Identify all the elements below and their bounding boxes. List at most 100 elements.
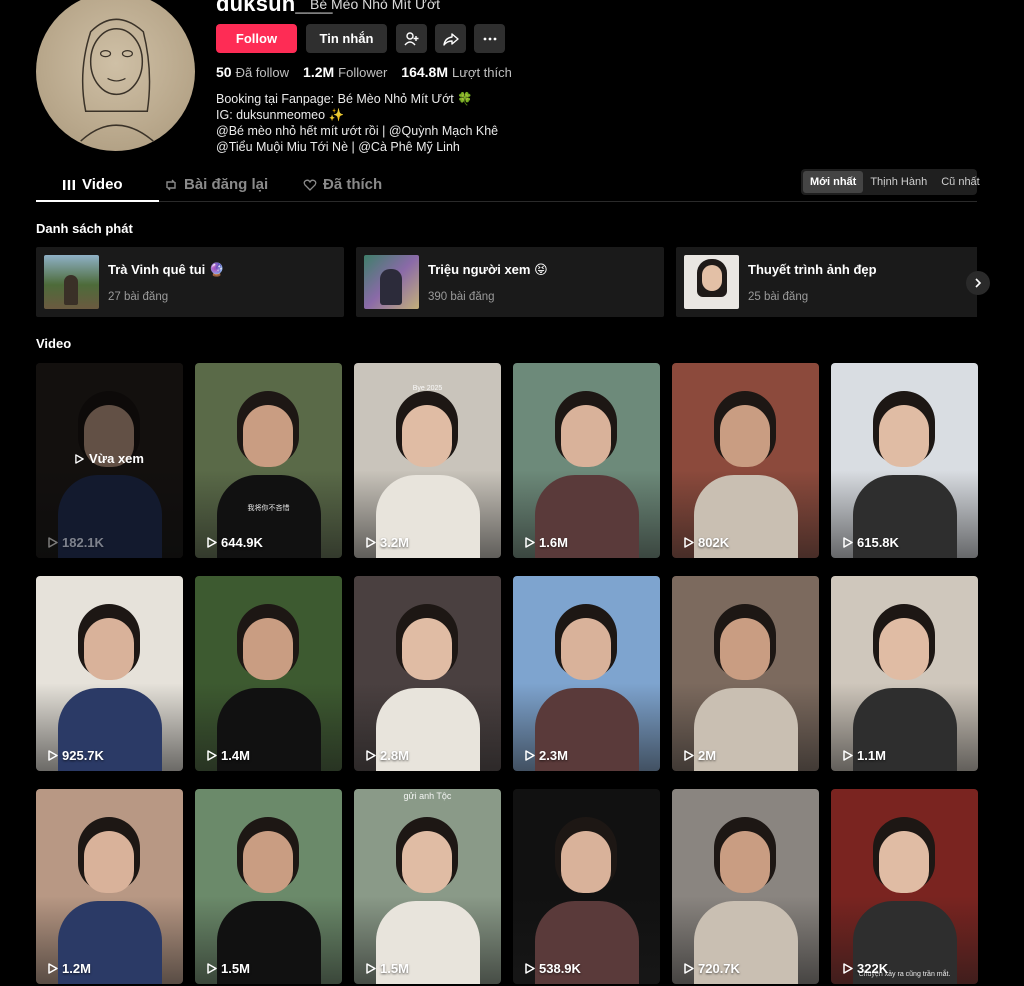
- video-card[interactable]: 615.8K: [831, 363, 978, 558]
- message-button[interactable]: Tin nhắn: [306, 24, 387, 53]
- sort-newest[interactable]: Mới nhất: [803, 171, 864, 193]
- video-card[interactable]: 1.4M: [195, 576, 342, 771]
- stat-label: Lượt thích: [452, 65, 512, 80]
- playlist-title: Trà Vinh quê tui 🔮: [108, 262, 226, 277]
- sort-toggle: Mới nhất Thịnh Hành Cũ nhất: [801, 169, 980, 195]
- video-caption: Bye 2025: [412, 385, 443, 392]
- stat-value: 50: [216, 64, 232, 80]
- video-thumbnail-figure: [402, 618, 452, 680]
- video-card[interactable]: 我将你不吝惜 644.9K: [195, 363, 342, 558]
- play-icon: [525, 537, 535, 548]
- view-count: 615.8K: [843, 535, 899, 550]
- video-thumbnail-figure: [879, 618, 929, 680]
- play-icon: [48, 963, 58, 974]
- bio-line[interactable]: @Tiểu Muội Miu Tới Nè | @Cà Phê Mỹ Linh: [216, 139, 498, 155]
- video-thumbnail-figure: [720, 618, 770, 680]
- active-tab-indicator: [36, 200, 159, 202]
- stat-following[interactable]: 50 Đã follow: [216, 64, 289, 80]
- video-thumbnail-figure: [879, 405, 929, 467]
- playlist-thumbnail: [364, 255, 419, 309]
- play-icon: [366, 963, 376, 974]
- playlist-card[interactable]: Thuyết trình ảnh đẹp 25 bài đăng: [676, 247, 977, 317]
- view-count: 1.2M: [48, 961, 91, 976]
- playlist-count: 25 bài đăng: [748, 291, 809, 303]
- playlist-card[interactable]: Trà Vinh quê tui 🔮 27 bài đăng: [36, 247, 344, 317]
- view-count-text: 2M: [698, 748, 717, 763]
- view-count: 2.8M: [366, 748, 409, 763]
- view-count: 1.5M: [207, 961, 250, 976]
- stat-value: 1.2M: [303, 64, 335, 80]
- stat-likes: 164.8M Lượt thích: [401, 64, 512, 80]
- video-card[interactable]: 2M: [672, 576, 819, 771]
- video-card[interactable]: Vừa xem 182.1K: [36, 363, 183, 558]
- view-count-text: 615.8K: [857, 535, 899, 550]
- view-count: 322K: [843, 961, 888, 976]
- video-card[interactable]: 2.8M: [354, 576, 501, 771]
- playlist-card[interactable]: Triệu người xem 😝 390 bài đăng: [356, 247, 664, 317]
- play-icon: [684, 750, 694, 761]
- view-count-text: 538.9K: [539, 961, 581, 976]
- more-options-button[interactable]: [474, 24, 505, 53]
- video-thumbnail-figure: [561, 405, 611, 467]
- video-card[interactable]: 2.3M: [513, 576, 660, 771]
- view-count: 802K: [684, 535, 729, 550]
- video-thumbnail-figure: [243, 831, 293, 893]
- tab-label: Đã thích: [323, 176, 383, 193]
- video-card[interactable]: 1.6M: [513, 363, 660, 558]
- playlist-title: Thuyết trình ảnh đẹp: [748, 262, 877, 277]
- video-card[interactable]: 925.7K: [36, 576, 183, 771]
- follow-button[interactable]: Follow: [216, 24, 297, 53]
- profile-avatar: [36, 0, 195, 151]
- view-count-text: 182.1K: [62, 535, 104, 550]
- just-watched-label: Vừa xem: [36, 451, 183, 466]
- view-count: 720.7K: [684, 961, 740, 976]
- profile-nickname: Bé Mèo Nhỏ Mít Ướt: [310, 0, 441, 12]
- share-button[interactable]: [435, 24, 466, 53]
- view-count: 2M: [684, 748, 716, 763]
- video-card[interactable]: 720.7K: [672, 789, 819, 984]
- video-card[interactable]: 538.9K: [513, 789, 660, 984]
- bio-line: Booking tại Fanpage: Bé Mèo Nhỏ Mít Ướt …: [216, 92, 473, 106]
- view-count-text: 925.7K: [62, 748, 104, 763]
- view-count: 3.2M: [366, 535, 409, 550]
- view-count: 925.7K: [48, 748, 104, 763]
- share-icon: [442, 32, 459, 46]
- video-card[interactable]: Chuyện xảy ra cũng trần mắt. 322K: [831, 789, 978, 984]
- video-card[interactable]: 1.1M: [831, 576, 978, 771]
- add-user-icon: [403, 31, 418, 45]
- playlist-next-button[interactable]: [966, 271, 990, 295]
- profile-stats: 50 Đã follow 1.2M Follower 164.8M Lượt thíc…: [216, 64, 526, 80]
- video-card[interactable]: 1.2M: [36, 789, 183, 984]
- video-card[interactable]: Bye 2025 3.2M: [354, 363, 501, 558]
- bio-line: IG: duksunmeomeo ✨: [216, 108, 345, 122]
- video-card[interactable]: 1.5M: [195, 789, 342, 984]
- play-icon: [843, 537, 853, 548]
- video-thumbnail-figure: [243, 618, 293, 680]
- more-icon: [483, 37, 496, 40]
- video-thumbnail-figure: [720, 405, 770, 467]
- view-count-text: 644.9K: [221, 535, 263, 550]
- video-card[interactable]: 802K: [672, 363, 819, 558]
- tab-video[interactable]: Video: [62, 168, 123, 202]
- view-count-text: 2.8M: [380, 748, 409, 763]
- stat-followers[interactable]: 1.2M Follower: [303, 64, 387, 80]
- video-thumbnail-figure: [402, 831, 452, 893]
- sort-oldest[interactable]: Cũ nhất: [934, 171, 987, 193]
- stat-value: 164.8M: [401, 64, 448, 80]
- play-icon: [843, 750, 853, 761]
- tab-reposts[interactable]: Bài đăng lại: [164, 168, 268, 202]
- bio-line[interactable]: @Bé mèo nhỏ hết mít ướt rồi | @Quỳnh Mạc…: [216, 123, 498, 139]
- tab-liked[interactable]: Đã thích: [303, 168, 382, 202]
- view-count: 182.1K: [48, 535, 104, 550]
- playlists-heading: Danh sách phát: [36, 221, 133, 236]
- video-card[interactable]: gửi anh Tộc 1.5M: [354, 789, 501, 984]
- profile-bio: Booking tại Fanpage: Bé Mèo Nhỏ Mít Ướt …: [216, 91, 498, 155]
- heart-icon: [303, 179, 317, 191]
- add-friend-button[interactable]: [396, 24, 427, 53]
- stat-label: Đã follow: [235, 65, 290, 80]
- view-count-text: 3.2M: [380, 535, 409, 550]
- video-thumbnail-figure: [561, 831, 611, 893]
- sort-popular[interactable]: Thịnh Hành: [863, 171, 934, 193]
- play-icon: [525, 750, 535, 761]
- play-icon: [684, 537, 694, 548]
